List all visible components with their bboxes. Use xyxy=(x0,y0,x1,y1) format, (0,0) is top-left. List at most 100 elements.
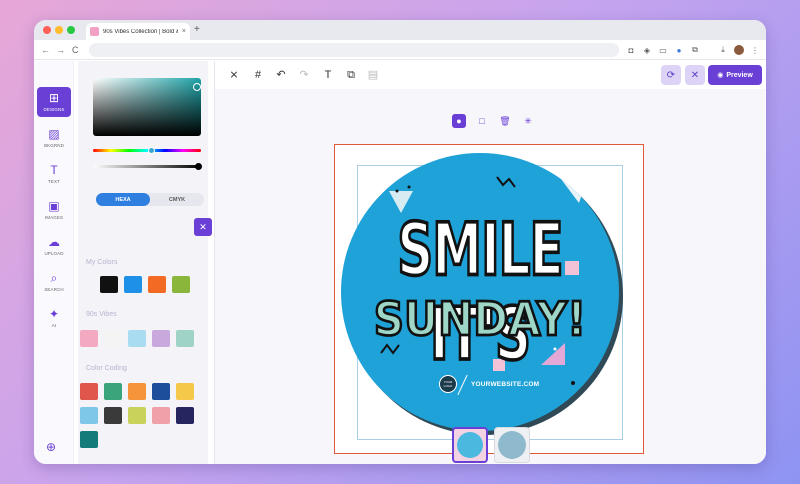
zoom-icon[interactable]: ⊕ xyxy=(46,440,56,454)
sidebar-item-label: IMAGES xyxy=(44,215,64,220)
spinner-icon[interactable]: ✳ xyxy=(521,114,535,128)
my-color-swatch[interactable] xyxy=(100,276,118,293)
square-icon[interactable]: □ xyxy=(475,114,489,128)
puzzle-icon[interactable]: ⧉ xyxy=(690,45,700,55)
sidebar-item-images[interactable]: ▣ IMAGES xyxy=(37,195,71,225)
headline-line-2[interactable]: SUNDAY! xyxy=(341,291,619,347)
tab-favicon-icon xyxy=(90,27,99,36)
coding-color-swatch[interactable] xyxy=(80,383,98,400)
alpha-slider[interactable] xyxy=(93,165,201,168)
vibes-color-swatch[interactable] xyxy=(80,330,98,347)
sidebar-item-label: AI xyxy=(51,323,57,328)
vibes-color-swatch[interactable] xyxy=(128,330,146,347)
grid-icon[interactable]: # xyxy=(251,68,265,82)
redo-icon[interactable]: ↷ xyxy=(297,68,311,82)
coding-color-swatch[interactable] xyxy=(176,407,194,424)
sidebar-item-ai[interactable]: ✦ AI xyxy=(37,303,71,333)
close-editor-button[interactable]: ✕ xyxy=(685,65,705,85)
status-dot-icon[interactable]: ● xyxy=(674,45,684,55)
my-colors-title: My Colors xyxy=(86,259,118,266)
editor-app: ⊞ DESIGNS ▨ BKGRND T TEXT ▣ IMAGES ☁ UPLOAD ⌕ SEARC… xyxy=(34,61,766,464)
browser-window: 90s Vibes Collection | Bold & × + ← → C … xyxy=(34,20,766,464)
back-icon[interactable]: ← xyxy=(41,44,50,56)
thumbnail-preview xyxy=(457,432,483,458)
download-icon[interactable]: ⤓ xyxy=(718,45,728,55)
text-tool-icon[interactable]: T xyxy=(321,68,335,82)
sidebar-item-text[interactable]: T TEXT xyxy=(37,159,71,189)
camera-icon[interactable]: ◘ xyxy=(626,45,636,55)
text-icon: T xyxy=(50,163,58,177)
refresh-button[interactable]: ⟳ xyxy=(661,65,681,85)
maximize-window-button[interactable] xyxy=(67,26,75,34)
sidebar-item-label: UPLOAD xyxy=(44,251,64,256)
page-thumbnail-2[interactable] xyxy=(494,427,530,463)
undo-icon[interactable]: ↶ xyxy=(274,68,288,82)
screenshot-icon[interactable]: ▭ xyxy=(658,45,668,55)
plus-square-icon: ⊞ xyxy=(48,91,60,105)
artboard[interactable]: SMILE IT'S SUNDAY! YOUR LOGO YOURWEBSITE… xyxy=(334,144,644,454)
color-coding-title: Color Coding xyxy=(86,365,127,372)
coding-color-swatch[interactable] xyxy=(104,383,122,400)
my-color-swatch[interactable] xyxy=(124,276,142,293)
coding-color-swatch[interactable] xyxy=(80,407,98,424)
tab-close-icon[interactable]: × xyxy=(182,28,186,35)
eye-icon: ◉ xyxy=(717,72,724,79)
sidebar-item-label: DESIGNS xyxy=(43,107,65,112)
vibes-color-swatch[interactable] xyxy=(152,330,170,347)
vibes-color-swatch[interactable] xyxy=(176,330,194,347)
hue-slider[interactable] xyxy=(93,149,201,152)
stripes-icon: ▨ xyxy=(48,127,60,141)
vibes-color-swatch[interactable] xyxy=(104,330,122,347)
new-tab-button[interactable]: + xyxy=(194,24,200,36)
sidebar-item-search[interactable]: ⌕ SEARCH xyxy=(37,267,71,297)
minimize-window-button[interactable] xyxy=(55,26,63,34)
page-thumbnail-1[interactable] xyxy=(452,427,488,463)
trash-icon[interactable]: 🗑 xyxy=(498,114,512,128)
coding-color-swatch[interactable] xyxy=(152,407,170,424)
website-text[interactable]: YOURWEBSITE.COM xyxy=(471,381,539,388)
hexa-mode-button[interactable]: HEXA xyxy=(96,193,150,206)
preview-button[interactable]: ◉ Preview xyxy=(708,65,762,85)
color-mode-toggle: HEXA CMYK xyxy=(96,193,204,206)
layers-icon[interactable]: ⧉ xyxy=(344,68,358,82)
avatar[interactable] xyxy=(734,45,744,55)
address-bar: ← → C ◘ ◈ ▭ ● ⧉ ⤓ ⋮ xyxy=(34,40,766,60)
tab-bar: 90s Vibes Collection | Bold & × + xyxy=(34,20,766,40)
picker-handle[interactable] xyxy=(193,83,201,91)
coding-color-swatch[interactable] xyxy=(176,383,194,400)
image-icon: ▣ xyxy=(48,199,60,213)
coding-color-swatch[interactable] xyxy=(128,383,146,400)
preview-label: Preview xyxy=(726,71,753,79)
crop-icon[interactable]: ⨯ xyxy=(227,68,241,82)
coding-color-swatch[interactable] xyxy=(104,407,122,424)
my-color-swatch[interactable] xyxy=(148,276,166,293)
coding-color-swatch[interactable] xyxy=(128,407,146,424)
logo-badge[interactable]: YOUR LOGO xyxy=(439,375,457,393)
color-panel: HEXA CMYK ✕ ▣ My Colors 90s Vibes Color … xyxy=(78,61,236,464)
paste-icon[interactable]: ▤ xyxy=(366,68,380,82)
sidebar-item-designs[interactable]: ⊞ DESIGNS xyxy=(37,87,71,117)
cancel-color-button[interactable]: ✕ xyxy=(194,218,212,236)
browser-tab[interactable]: 90s Vibes Collection | Bold & × xyxy=(86,23,190,40)
sticker-design[interactable]: SMILE IT'S SUNDAY! YOUR LOGO YOURWEBSITE… xyxy=(341,153,619,431)
close-window-button[interactable] xyxy=(43,26,51,34)
sidebar-item-bkgrnd[interactable]: ▨ BKGRND xyxy=(37,123,71,153)
sidebar-item-upload[interactable]: ☁ UPLOAD xyxy=(37,231,71,261)
menu-icon[interactable]: ⋮ xyxy=(750,45,760,55)
sidebar-item-label: TEXT xyxy=(48,179,60,184)
url-input[interactable] xyxy=(89,43,619,57)
search-icon: ⌕ xyxy=(50,271,58,285)
hue-slider-handle[interactable] xyxy=(148,147,155,154)
tab-title: 90s Vibes Collection | Bold & xyxy=(103,28,178,35)
coding-color-swatch[interactable] xyxy=(152,383,170,400)
coding-color-swatch[interactable] xyxy=(80,431,98,448)
fill-icon[interactable]: ● xyxy=(452,114,466,128)
extension-icon[interactable]: ◈ xyxy=(642,45,652,55)
alpha-slider-handle[interactable] xyxy=(195,163,202,170)
upload-cloud-icon: ☁ xyxy=(48,235,60,249)
my-color-swatch[interactable] xyxy=(172,276,190,293)
reload-icon[interactable]: C xyxy=(72,44,79,56)
forward-icon[interactable]: → xyxy=(56,44,65,56)
color-picker-area[interactable] xyxy=(93,78,201,136)
cmyk-mode-button[interactable]: CMYK xyxy=(150,193,204,206)
